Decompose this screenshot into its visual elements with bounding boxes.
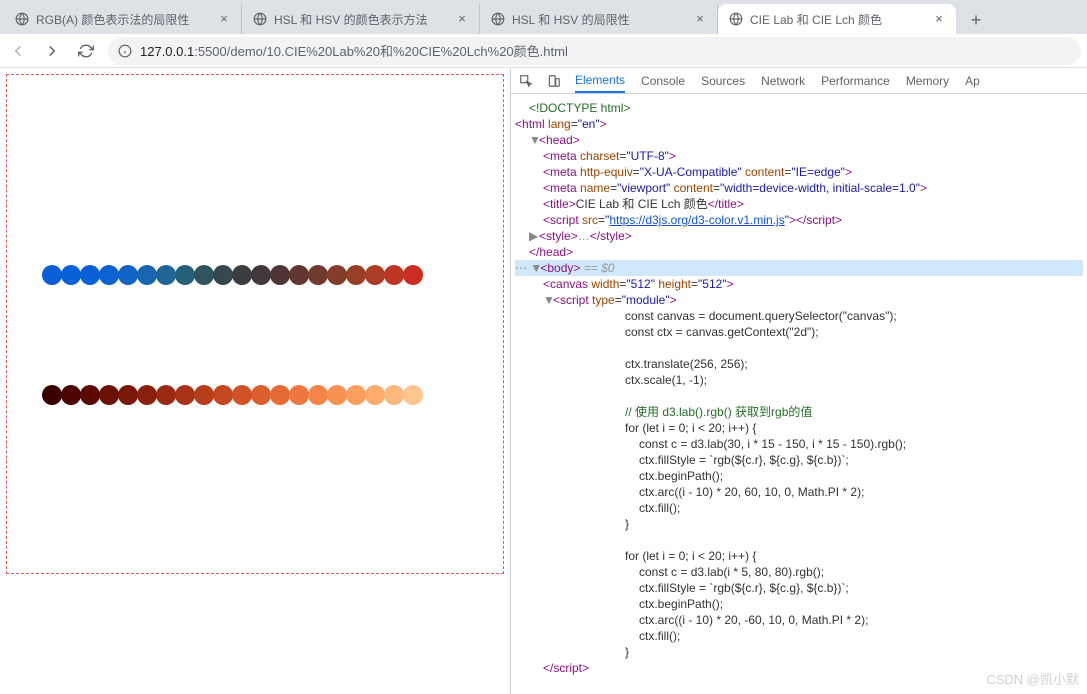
devtools-tab-network[interactable]: Network [761,68,805,93]
color-dot [346,385,366,405]
color-dot [175,385,195,405]
browser-tab-active[interactable]: CIE Lab 和 CIE Lch 颜色 × [718,4,956,34]
canvas-element[interactable] [6,74,504,574]
devtools-tab-performance[interactable]: Performance [821,68,890,93]
color-dot [270,385,290,405]
url-field[interactable]: 127.0.0.1:5500/demo/10.CIE%20Lab%20和%20C… [108,37,1081,65]
color-dot [384,265,404,285]
watermark: CSDN @凯小默 [986,669,1079,688]
color-dot [365,385,385,405]
color-dot [232,265,252,285]
page-viewport [0,68,510,694]
browser-tab[interactable]: HSL 和 HSV 的局限性 × [480,4,718,34]
globe-icon [14,11,30,27]
color-dot [118,265,138,285]
color-dot [99,265,119,285]
devtools-panel: Elements Console Sources Network Perform… [510,68,1087,694]
color-dot [251,385,271,405]
color-dot [270,265,290,285]
color-dot [42,385,62,405]
color-dot [365,265,385,285]
color-dot [61,385,81,405]
devtools-tab-memory[interactable]: Memory [906,68,949,93]
close-icon[interactable]: × [932,12,946,26]
devtools-tabs: Elements Console Sources Network Perform… [575,68,980,93]
address-bar: 127.0.0.1:5500/demo/10.CIE%20Lab%20和%20C… [0,34,1087,68]
devtools-toolbar: Elements Console Sources Network Perform… [511,68,1087,94]
color-dot [156,265,176,285]
devtools-tab-sources[interactable]: Sources [701,68,745,93]
color-dot [194,265,214,285]
browser-tab[interactable]: HSL 和 HSV 的颜色表示方法 × [242,4,480,34]
color-dot [99,385,119,405]
tab-title: HSL 和 HSV 的局限性 [512,11,687,28]
info-icon[interactable] [118,44,132,58]
color-dot [137,385,157,405]
color-dot [251,265,271,285]
reload-button[interactable] [74,39,98,63]
color-dot [327,385,347,405]
color-dot [42,265,62,285]
color-dot [156,385,176,405]
inspect-icon[interactable] [519,74,533,88]
devtools-tab-console[interactable]: Console [641,68,685,93]
color-dot [61,265,81,285]
color-dot [213,385,233,405]
close-icon[interactable]: × [455,12,469,26]
color-dot [403,385,423,405]
content-area: Elements Console Sources Network Perform… [0,68,1087,694]
color-dot [118,385,138,405]
tab-title: HSL 和 HSV 的颜色表示方法 [274,11,449,28]
color-dot [384,385,404,405]
elements-tree[interactable]: <!DOCTYPE html> <html lang="en"> ▼<head>… [511,94,1087,694]
color-dot [137,265,157,285]
color-dot [175,265,195,285]
new-tab-button[interactable]: + [962,6,990,34]
globe-icon [490,11,506,27]
color-dot-row-1 [43,265,423,285]
globe-icon [252,11,268,27]
color-dot [308,385,328,405]
devtools-tab-elements[interactable]: Elements [575,68,625,93]
devtools-tab-more[interactable]: Ap [965,68,980,93]
tab-title: CIE Lab 和 CIE Lch 颜色 [750,11,926,28]
color-dot [289,385,309,405]
globe-icon [728,11,744,27]
color-dot [346,265,366,285]
browser-tab[interactable]: RGB(A) 颜色表示法的局限性 × [4,4,242,34]
color-dot [194,385,214,405]
browser-tabs-bar: RGB(A) 颜色表示法的局限性 × HSL 和 HSV 的颜色表示方法 × H… [0,0,1087,34]
close-icon[interactable]: × [217,12,231,26]
color-dot [80,385,100,405]
forward-button[interactable] [40,39,64,63]
color-dot [289,265,309,285]
color-dot-row-2 [43,385,423,405]
close-icon[interactable]: × [693,12,707,26]
url-text: 127.0.0.1:5500/demo/10.CIE%20Lab%20和%20C… [140,41,568,60]
tab-title: RGB(A) 颜色表示法的局限性 [36,11,211,28]
device-icon[interactable] [547,74,561,88]
color-dot [80,265,100,285]
color-dot [213,265,233,285]
color-dot [232,385,252,405]
back-button[interactable] [6,39,30,63]
color-dot [403,265,423,285]
color-dot [327,265,347,285]
color-dot [308,265,328,285]
